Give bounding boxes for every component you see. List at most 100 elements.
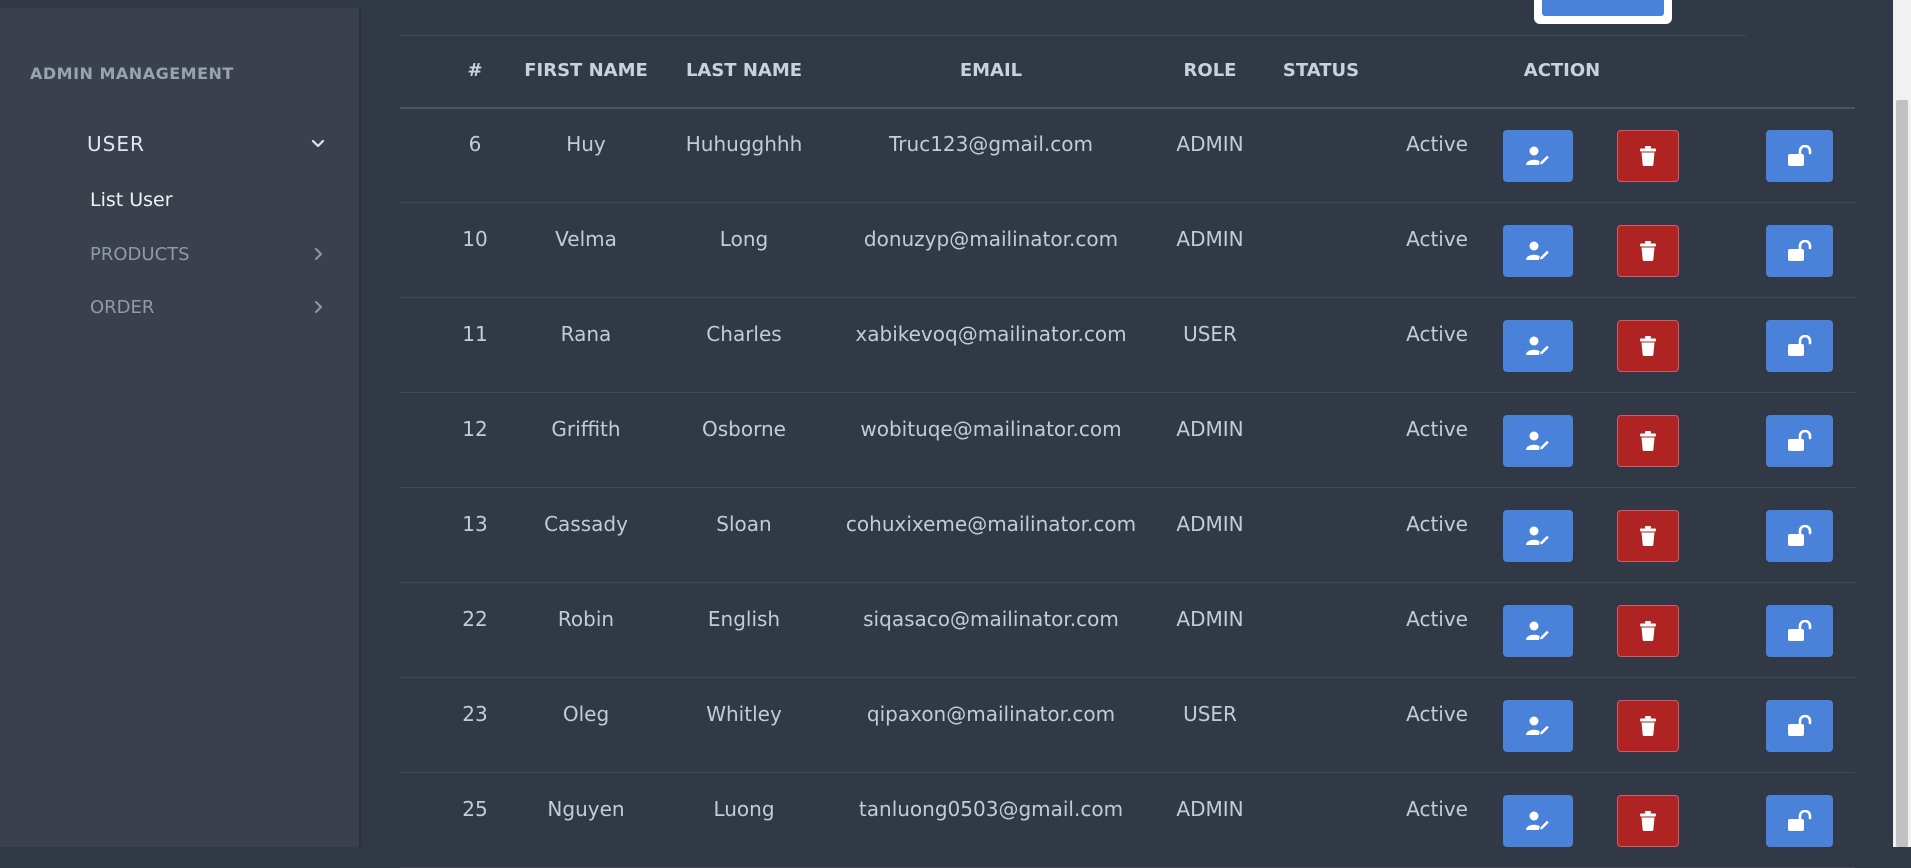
cell-email: xabikevoq@mailinator.com [855, 322, 1127, 346]
delete-user-button[interactable] [1617, 510, 1679, 562]
lock-user-button[interactable] [1766, 700, 1833, 752]
table-row: 11 Rana Charles xabikevoq@mailinator.com USE… [400, 298, 1855, 393]
sidebar-item-label: USER [87, 132, 145, 156]
lock-user-button[interactable] [1766, 510, 1833, 562]
cell-email: cohuxixeme@mailinator.com [845, 512, 1137, 536]
cell-last-name: Huhugghhh [685, 132, 803, 156]
lock-user-button[interactable] [1766, 225, 1833, 277]
cell-last-name: Osborne [702, 417, 786, 441]
delete-user-button[interactable] [1617, 320, 1679, 372]
delete-user-button[interactable] [1617, 795, 1679, 847]
lock-user-button[interactable] [1766, 320, 1833, 372]
cell-status: Active [1406, 512, 1468, 536]
lock-user-button[interactable] [1766, 130, 1833, 182]
trash-icon [1640, 146, 1656, 166]
cell-status: Active [1406, 227, 1468, 251]
header-id: # [467, 60, 483, 81]
cell-role: ADMIN [1176, 132, 1244, 156]
delete-user-button[interactable] [1617, 225, 1679, 277]
edit-user-button[interactable] [1503, 320, 1573, 372]
delete-user-button[interactable] [1617, 700, 1679, 752]
cell-status: Active [1406, 797, 1468, 821]
unlock-icon [1787, 620, 1812, 642]
table-body: 6 Huy Huhugghhh Truc123@gmail.com ADMIN Activ… [400, 108, 1855, 868]
user-edit-icon [1525, 430, 1551, 452]
cell-last-name: English [707, 607, 781, 631]
lock-user-button[interactable] [1766, 795, 1833, 847]
cell-role: USER [1183, 702, 1237, 726]
chevron-right-icon [309, 245, 327, 263]
header-last-name: LAST NAME [685, 60, 803, 81]
cell-role: ADMIN [1176, 417, 1244, 441]
trash-icon [1640, 811, 1656, 831]
cell-first-name: Griffith [551, 417, 621, 441]
edit-user-button[interactable] [1503, 225, 1573, 277]
cell-email: donuzyp@mailinator.com [863, 227, 1119, 251]
user-edit-icon [1525, 240, 1551, 262]
user-edit-icon [1525, 145, 1551, 167]
cell-status: Active [1406, 132, 1468, 156]
cell-id: 23 [462, 702, 488, 726]
trash-icon [1640, 621, 1656, 641]
sidebar-item-label: PRODUCTS [90, 243, 190, 265]
cell-id: 25 [462, 797, 488, 821]
cell-first-name: Cassady [544, 512, 628, 536]
sidebar-item-products[interactable]: PRODUCTS [90, 239, 327, 269]
cell-id: 10 [462, 227, 488, 251]
cell-status: Active [1406, 607, 1468, 631]
cell-email: tanluong0503@gmail.com [858, 797, 1124, 821]
edit-user-button[interactable] [1503, 700, 1573, 752]
cell-last-name: Charles [706, 322, 782, 346]
cell-status: Active [1406, 417, 1468, 441]
cell-first-name: Velma [555, 227, 617, 251]
sidebar-item-list-user[interactable]: List User [90, 189, 173, 211]
delete-user-button[interactable] [1617, 415, 1679, 467]
table-header: # FIRST NAME LAST NAME EMAIL ROLE STATUS… [400, 36, 1855, 109]
header-email: EMAIL [959, 60, 1023, 81]
lock-user-button[interactable] [1766, 605, 1833, 657]
unlock-icon [1787, 525, 1812, 547]
table-row: 13 Cassady Sloan cohuxixeme@mailinator.com A… [400, 488, 1855, 583]
delete-user-button[interactable] [1617, 605, 1679, 657]
cell-email: wobituqe@mailinator.com [860, 417, 1122, 441]
sidebar-item-order[interactable]: ORDER [90, 292, 327, 322]
edit-user-button[interactable] [1503, 605, 1573, 657]
user-edit-icon [1525, 810, 1551, 832]
edit-user-button[interactable] [1503, 795, 1573, 847]
cell-role: ADMIN [1176, 797, 1244, 821]
sidebar-item-user[interactable]: USER [87, 127, 327, 161]
delete-user-button[interactable] [1617, 130, 1679, 182]
cell-role: USER [1183, 322, 1237, 346]
header-action: ACTION [1523, 60, 1601, 81]
scrollbar-thumb[interactable] [1896, 100, 1908, 847]
header-status: STATUS [1282, 60, 1360, 81]
trash-icon [1640, 431, 1656, 451]
unlock-icon [1787, 430, 1812, 452]
unlock-icon [1787, 715, 1812, 737]
cell-status: Active [1406, 702, 1468, 726]
table-row: 25 Nguyen Luong tanluong0503@gmail.com ADMIN… [400, 773, 1855, 868]
chevron-right-icon [309, 298, 327, 316]
trash-icon [1640, 336, 1656, 356]
header-first-name: FIRST NAME [524, 60, 648, 81]
cell-email: siqasaco@mailinator.com [863, 607, 1119, 631]
user-edit-icon [1525, 335, 1551, 357]
table-row: 12 Griffith Osborne wobituqe@mailinator.com… [400, 393, 1855, 488]
cell-id: 6 [468, 132, 482, 156]
trash-icon [1640, 716, 1656, 736]
edit-user-button[interactable] [1503, 415, 1573, 467]
table-row: 22 Robin English siqasaco@mailinator.com ADM… [400, 583, 1855, 678]
edit-user-button[interactable] [1503, 130, 1573, 182]
trash-icon [1640, 241, 1656, 261]
cell-id: 12 [462, 417, 488, 441]
lock-user-button[interactable] [1766, 415, 1833, 467]
cell-first-name: Huy [566, 132, 606, 156]
cell-id: 13 [462, 512, 488, 536]
cell-first-name: Nguyen [547, 797, 625, 821]
add-user-button[interactable] [1542, 0, 1664, 16]
unlock-icon [1787, 335, 1812, 357]
cell-role: ADMIN [1176, 512, 1244, 536]
sidebar-title: ADMIN MANAGEMENT [30, 64, 234, 83]
cell-email: qipaxon@mailinator.com [866, 702, 1116, 726]
edit-user-button[interactable] [1503, 510, 1573, 562]
